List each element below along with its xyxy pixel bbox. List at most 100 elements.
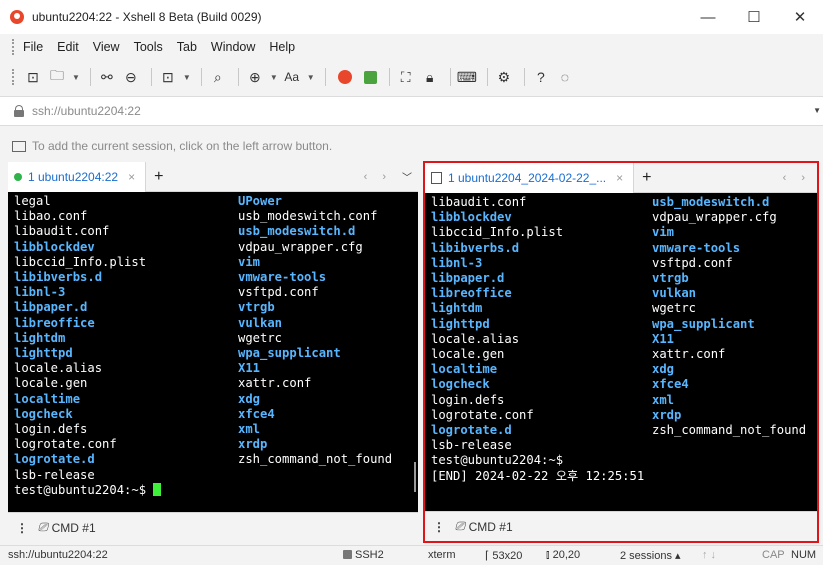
keyboard-icon[interactable]: ⌨ bbox=[457, 66, 477, 88]
terminal-line: wgetrc bbox=[238, 330, 283, 345]
chevron-down-icon[interactable]: ﹀ bbox=[402, 169, 412, 184]
terminal-prompt[interactable]: test@ubuntu2204:~$ bbox=[14, 482, 162, 498]
terminal-line: UPower bbox=[238, 194, 283, 208]
menu-tab[interactable]: Tab bbox=[177, 40, 197, 54]
terminal-row: usb_modeswitch.d bbox=[652, 195, 769, 210]
chevron-down-icon[interactable]: ▼ bbox=[813, 106, 821, 115]
globe-icon[interactable]: ⊕ bbox=[245, 66, 265, 88]
menu-help[interactable]: Help bbox=[269, 40, 295, 54]
terminal-line: xrdp bbox=[652, 407, 682, 422]
terminal-row: logcheck bbox=[14, 407, 73, 422]
new-tab-icon[interactable]: ⊡ bbox=[158, 66, 178, 88]
terminal-line: libnl-3 bbox=[431, 255, 483, 270]
menu-edit[interactable]: Edit bbox=[57, 40, 79, 54]
document-icon bbox=[431, 171, 442, 184]
xftp-icon[interactable] bbox=[363, 70, 377, 84]
chat-icon[interactable]: ◌ bbox=[555, 66, 575, 88]
terminal-row: libibverbs.d bbox=[14, 270, 102, 285]
terminal-row: libreoffice bbox=[431, 286, 512, 301]
address-bar[interactable]: ssh://ubuntu2204:22 ▼ bbox=[0, 96, 823, 126]
cmd-label[interactable]: CMD #1 bbox=[52, 521, 96, 535]
arrow-up-down-icon[interactable]: ↑ ↓ bbox=[702, 549, 716, 561]
tab-ubuntu2204-log[interactable]: 1 ubuntu2204_2024-02-22_... × bbox=[425, 162, 635, 193]
tab-label[interactable]: 1 ubuntu2204_2024-02-22_... bbox=[448, 171, 606, 185]
chevron-down-icon[interactable]: ▼ bbox=[183, 73, 191, 82]
terminal-row: lighttpd bbox=[14, 346, 73, 361]
status-sessions-label[interactable]: 2 sessions bbox=[620, 550, 672, 562]
compose-icon[interactable]: ⎚ bbox=[38, 520, 48, 535]
disconnect-icon[interactable]: ⚯ bbox=[97, 66, 117, 88]
address-input[interactable]: ssh://ubuntu2204:22 bbox=[32, 104, 141, 118]
terminal-line: libaudit.conf bbox=[431, 195, 527, 209]
session-hint-text: To add the current session, click on the… bbox=[32, 139, 333, 153]
maximize-button[interactable]: ☐ bbox=[731, 0, 777, 34]
gear-icon[interactable]: ⚙ bbox=[494, 66, 514, 88]
new-session-icon[interactable]: ⊡ bbox=[23, 66, 43, 88]
close-tab-icon[interactable]: × bbox=[128, 170, 135, 184]
toolbar-separator bbox=[486, 68, 488, 86]
menu-tools[interactable]: Tools bbox=[134, 40, 163, 54]
terminal-row: vulkan bbox=[238, 316, 282, 331]
search-icon[interactable]: ⌕ bbox=[208, 66, 228, 88]
reconnect-icon[interactable]: ⊖ bbox=[121, 66, 141, 88]
close-tab-icon[interactable]: × bbox=[616, 171, 623, 185]
chevron-down-icon[interactable]: ▼ bbox=[307, 73, 315, 82]
terminal-right[interactable]: libaudit.conf libblockdev libccid_Info.pli… bbox=[425, 193, 817, 511]
terminal-cursor bbox=[153, 482, 162, 496]
terminal-line: libblockdev bbox=[431, 210, 512, 225]
cmd-label[interactable]: CMD #1 bbox=[469, 520, 513, 534]
terminal-line: locale.alias bbox=[431, 331, 520, 346]
terminal-line: libpaper.d bbox=[431, 271, 505, 285]
fullscreen-icon[interactable]: ⛶ bbox=[396, 66, 416, 88]
terminal-row: libpaper.d bbox=[14, 300, 87, 315]
terminal-line: zsh_command_not_found bbox=[238, 452, 393, 467]
terminal-row: libaudit.conf bbox=[431, 195, 526, 210]
add-session-icon[interactable] bbox=[12, 140, 26, 152]
session-hint-bar: To add the current session, click on the… bbox=[0, 134, 823, 158]
add-tab-button[interactable]: + bbox=[154, 168, 163, 186]
terminal-line: libblockdev bbox=[14, 239, 95, 254]
status-sessions[interactable]: 2 sessions ▴ bbox=[620, 549, 681, 562]
connected-status-icon bbox=[14, 172, 22, 181]
tab-ubuntu2204[interactable]: 1 ubuntu2204:22 × bbox=[8, 161, 147, 192]
status-protocol: SSH2 bbox=[343, 549, 384, 561]
tab-label[interactable]: 1 ubuntu2204:22 bbox=[28, 170, 118, 184]
menu-file[interactable]: File bbox=[23, 40, 43, 54]
terminal-line: xdg bbox=[238, 391, 261, 406]
terminal-row: libnl-3 bbox=[431, 256, 482, 271]
minimize-button[interactable]: — bbox=[685, 0, 731, 34]
chevron-down-icon[interactable]: ▼ bbox=[72, 73, 80, 82]
lock-icon[interactable]: 🔒︎ bbox=[420, 66, 440, 88]
terminal-line: vulkan bbox=[238, 315, 283, 330]
add-tab-button[interactable]: + bbox=[642, 169, 651, 187]
terminal-row: vdpau_wrapper.cfg bbox=[238, 240, 363, 255]
terminal-line: lightdm bbox=[431, 301, 483, 316]
terminal-line: locale.alias bbox=[14, 361, 103, 376]
status-cursor: ⫾ 20,20 bbox=[546, 549, 581, 561]
tab-scroll-arrows[interactable]: ‹ › bbox=[783, 172, 811, 184]
terminal-line: test@ubuntu2204:~$ bbox=[431, 453, 564, 468]
open-folder-icon[interactable]: 🗀 bbox=[47, 66, 67, 88]
terminal-left[interactable]: legal libao.conf libaudit.conf libblockdev l… bbox=[8, 192, 418, 512]
close-button[interactable]: ✕ bbox=[777, 0, 823, 34]
chevron-down-icon[interactable]: ▼ bbox=[270, 73, 278, 82]
font-icon[interactable]: Aa bbox=[282, 66, 302, 88]
terminal-row: login.defs bbox=[431, 393, 504, 408]
scrollbar[interactable] bbox=[414, 462, 416, 492]
terminal-line: usb_modeswitch.d bbox=[238, 224, 356, 239]
terminal-row: lightdm bbox=[431, 301, 482, 316]
title-bar: ubuntu2204:22 - Xshell 8 Beta (Build 002… bbox=[0, 0, 823, 34]
menu-window[interactable]: Window bbox=[211, 40, 255, 54]
xshell-icon[interactable] bbox=[337, 70, 352, 84]
terminal-row: logrotate.conf bbox=[14, 437, 117, 452]
help-icon[interactable]: ? bbox=[531, 66, 551, 88]
menu-view[interactable]: View bbox=[93, 40, 120, 54]
terminal-row: vsftpd.conf bbox=[238, 285, 319, 300]
terminal-line: usb_modeswitch.conf bbox=[238, 209, 378, 224]
terminal-row: libblockdev bbox=[14, 240, 95, 255]
terminal-line: localtime bbox=[14, 391, 81, 406]
terminal-row: localtime bbox=[431, 362, 497, 377]
tab-scroll-arrows[interactable]: ‹ › bbox=[364, 171, 392, 183]
compose-icon[interactable]: ⎚ bbox=[455, 519, 465, 534]
menu-bar: File Edit View Tools Tab Window Help bbox=[0, 34, 823, 60]
